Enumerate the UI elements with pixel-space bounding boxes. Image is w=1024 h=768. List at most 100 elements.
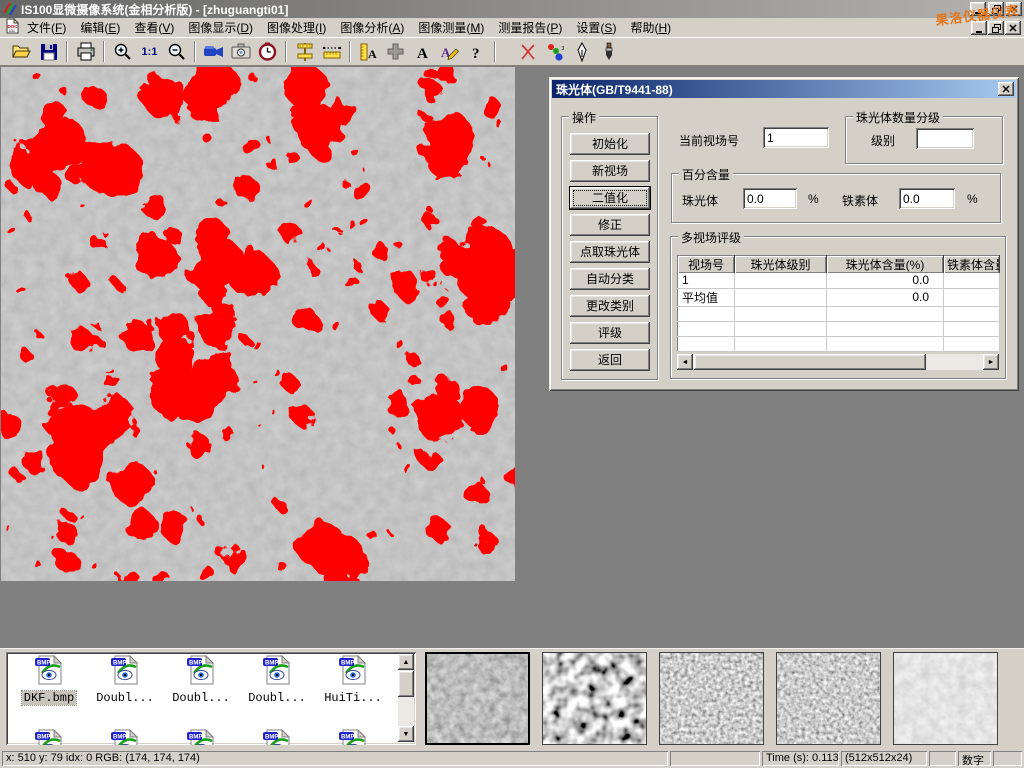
menu-item-help[interactable]: 帮助(H) [623,17,678,38]
table-row-field-1[interactable]: 1 0.0 [678,273,1000,288]
scrollbar-thumb[interactable] [398,671,414,697]
menubar: DOC 文件(F) 编辑(E) 查看(V) 图像显示(D) 图像处理(I) 图像… [0,18,1024,38]
zoom-out-icon[interactable] [163,39,190,64]
table-row-empty [678,306,1000,321]
dialog-titlebar[interactable]: 珠光体(GB/T9441-88) [552,80,1016,98]
menu-item-settings[interactable]: 设置(S) [569,17,623,38]
thumbnail-2[interactable] [542,652,647,745]
minimize-button[interactable] [970,2,986,16]
file-item[interactable]: BMP [318,728,388,745]
file-item[interactable]: BMPHuiTi... [318,654,388,705]
menu-item-measure-report[interactable]: 测量报告(P) [491,17,569,38]
init-button[interactable]: 初始化 [570,133,650,155]
rate-button[interactable]: 评级 [570,322,650,344]
thumbnail-1[interactable] [425,652,530,745]
menu-item-image-display[interactable]: 图像显示(D) [181,17,260,38]
col-header-field[interactable]: 视场号 [678,256,735,274]
window-titlebar[interactable]: IS100显微摄像系统(金相分析版) - [zhuguangti01] [0,0,1024,18]
cell-empty [827,306,944,321]
close-button[interactable] [1006,2,1022,16]
bmp-file-icon: BMP [185,728,217,745]
actual-size-icon[interactable]: 1:1 [136,39,163,64]
toolbar-separator [285,41,287,62]
area-measure-icon[interactable] [382,39,409,64]
mdi-minimize-button[interactable] [971,21,987,35]
change-class-button[interactable]: 更改类别 [570,295,650,317]
current-field-input[interactable] [763,127,829,148]
new-field-button[interactable]: 新视场 [570,160,650,182]
grading-group: 珠光体数量分级 级别 [845,116,1003,164]
file-name: DKF.bmp [22,691,76,705]
file-item[interactable]: BMP [166,728,236,745]
auto-classify-button[interactable]: 自动分类 [570,268,650,290]
status-cursor-info: x: 510 y: 79 idx: 0 RGB: (174, 174, 174) [2,751,668,766]
measure-label-icon[interactable]: A [355,39,382,64]
thumbnail-3[interactable] [659,652,764,745]
specimen-image[interactable] [1,67,515,581]
table-row-average[interactable]: 平均值 0.0 [678,288,1000,306]
scroll-up-icon[interactable]: ▲ [398,654,414,670]
scrollbar-thumb[interactable] [694,354,926,370]
file-item[interactable]: BMPDoubl... [242,654,312,705]
col-header-ferrite[interactable]: 铁素体含量(%) [944,256,1000,274]
help-icon[interactable]: ? [463,39,490,64]
file-item[interactable]: BMP [242,728,312,745]
file-item[interactable]: BMP [14,728,84,745]
pick-pearlite-button[interactable]: 点取珠光体 [570,241,650,263]
file-item[interactable]: BMPDKF.bmp [14,654,84,705]
print-icon[interactable] [72,39,99,64]
brush-tool-icon[interactable] [595,39,622,64]
thumbnail-5[interactable] [893,652,998,745]
menu-item-image-measure[interactable]: 图像测量(M) [411,17,491,38]
mdi-restore-button[interactable] [988,21,1004,35]
level-input[interactable] [916,128,974,149]
menu-item-file[interactable]: 文件(F) [20,17,73,38]
restore-button[interactable] [988,2,1004,16]
save-icon[interactable] [35,39,62,64]
text-annotation-icon[interactable]: A [409,39,436,64]
pearlite-dialog[interactable]: 珠光体(GB/T9441-88) 操作 初始化 新视场 二值化 修正 点取珠光体… [549,77,1019,391]
curve-tool-icon[interactable] [514,39,541,64]
file-item[interactable]: BMPDoubl... [90,654,160,705]
caliper-icon[interactable] [291,39,318,64]
pearlite-percent-input[interactable] [743,188,797,209]
file-list-scrollbar[interactable]: ▲▼ [398,654,414,742]
camera-capture-icon[interactable] [227,39,254,64]
menu-item-edit[interactable]: 编辑(E) [73,17,127,38]
menu-item-view[interactable]: 查看(V) [127,17,181,38]
pen-tool-icon[interactable] [568,39,595,64]
scroll-right-icon[interactable]: ► [983,354,999,370]
scroll-down-icon[interactable]: ▼ [398,726,414,742]
scroll-left-icon[interactable]: ◄ [677,354,693,370]
correct-button[interactable]: 修正 [570,214,650,236]
table-horizontal-scrollbar[interactable]: ◄ ► [677,354,999,370]
bmp-file-icon: BMP [337,728,369,745]
zoom-in-icon[interactable] [109,39,136,64]
file-list[interactable]: BMPDKF.bmpBMPDoubl...BMPDoubl...BMPDoubl… [6,652,416,745]
bmp-file-icon: BMP [33,728,65,745]
cell-empty [827,321,944,336]
menu-item-image-processing[interactable]: 图像处理(I) [260,17,333,38]
dialog-close-button[interactable] [998,82,1014,96]
col-header-pearlite[interactable]: 珠光体含量(%) [827,256,944,274]
file-item[interactable]: BMP [90,728,160,745]
pearlite-unit: % [808,192,819,206]
classify-markers-icon[interactable]: 3 [541,39,568,64]
ferrite-percent-input[interactable] [899,188,955,209]
timer-icon[interactable] [254,39,281,64]
menu-item-image-analysis[interactable]: 图像分析(A) [333,17,411,38]
document-icon[interactable]: DOC [4,18,20,37]
svg-text:BMP: BMP [265,735,278,741]
binarize-button[interactable]: 二值化 [570,187,650,209]
col-header-level[interactable]: 珠光体级别 [735,256,827,274]
edit-annotation-icon[interactable]: A [436,39,463,64]
ruler-icon[interactable] [318,39,345,64]
mdi-close-button[interactable] [1005,21,1021,35]
video-camera-icon[interactable] [200,39,227,64]
file-item[interactable]: BMPDoubl... [166,654,236,705]
thumbnail-4[interactable] [776,652,881,745]
open-file-icon[interactable] [8,39,35,64]
multi-field-table[interactable]: 视场号 珠光体级别 珠光体含量(%) 铁素体含量(%) 1 0.0 平均值 [677,255,1000,352]
return-button[interactable]: 返回 [570,349,650,371]
ferrite-label: 铁素体 [842,192,878,209]
